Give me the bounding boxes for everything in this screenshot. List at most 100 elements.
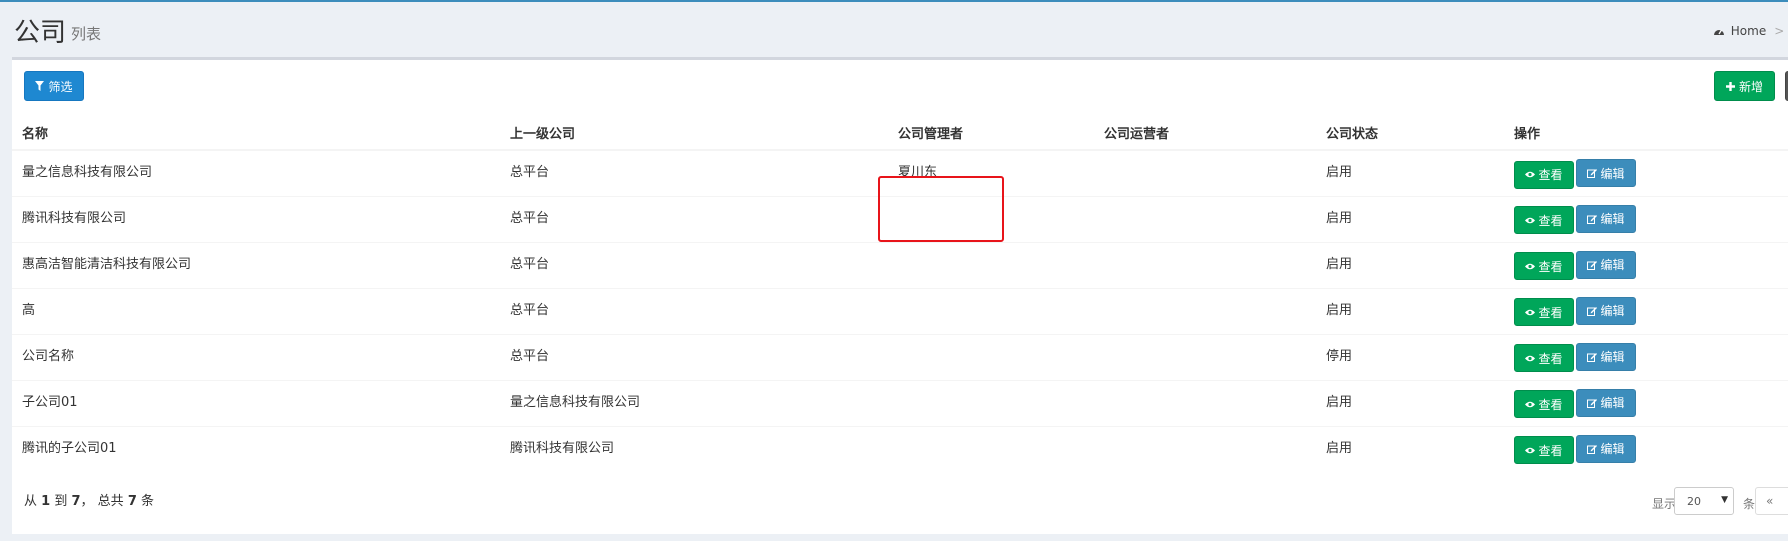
cell-name: 量之信息科技有限公司: [12, 149, 500, 196]
eye-icon: [1525, 309, 1536, 315]
edit-button[interactable]: 编辑: [1576, 250, 1636, 279]
edit-button-label: 编辑: [1600, 396, 1625, 410]
add-button-label: 新增: [1738, 79, 1763, 94]
cell-status: 启用: [1316, 149, 1504, 196]
eye-icon: [1525, 263, 1536, 269]
column-header-operator[interactable]: 公司运营者: [1094, 115, 1316, 151]
edit-icon: [1587, 398, 1598, 408]
edit-button[interactable]: 编辑: [1576, 159, 1636, 187]
column-header-manager[interactable]: 公司管理者: [888, 115, 1094, 151]
breadcrumb-separator: >: [1774, 24, 1785, 38]
edit-icon: [1587, 260, 1598, 270]
view-button[interactable]: 查看: [1514, 390, 1574, 418]
cell-operator: [1094, 379, 1316, 426]
edit-button-label: 编辑: [1600, 258, 1625, 272]
view-button[interactable]: 查看: [1514, 344, 1574, 372]
edit-button[interactable]: 编辑: [1576, 388, 1636, 417]
company-table: 名称 上一级公司 公司管理者 公司运营者 公司状态 操作 量之信息科技有限公司总…: [12, 115, 1788, 472]
cell-actions: 查看 编辑: [1504, 333, 1788, 380]
cell-manager: [888, 425, 1094, 472]
table-row: 子公司01 量之信息科技有限公司 启用 查看 编辑: [12, 379, 1788, 426]
breadcrumb-home-link[interactable]: Home: [1731, 24, 1766, 38]
edit-icon: [1587, 444, 1598, 454]
cell-parent: 总平台: [500, 195, 888, 242]
cell-actions: 查看 编辑: [1504, 379, 1788, 426]
cell-manager: [888, 333, 1094, 380]
pagination-prev-button[interactable]: «: [1755, 487, 1788, 515]
page-size-value: 20: [1687, 494, 1701, 508]
cell-manager: [888, 287, 1094, 334]
cell-operator: [1094, 287, 1316, 334]
page-size-unit: 条: [1743, 497, 1756, 511]
cell-status: 启用: [1316, 287, 1504, 334]
edit-icon: [1587, 169, 1598, 178]
view-button-label: 查看: [1538, 259, 1563, 274]
filter-button[interactable]: 筛选: [24, 71, 84, 101]
edit-button-label: 编辑: [1600, 350, 1625, 364]
cell-manager: 夏川东: [888, 149, 1094, 196]
view-button-label: 查看: [1538, 305, 1563, 320]
content-header: 公司 列表 Home>Co: [0, 2, 1788, 57]
edit-button-label: 编辑: [1600, 166, 1625, 181]
company-list-box: 筛选 新增 名称 上一级公司 公司管理者 公司运营者 公司状态 操作 量之信息科…: [12, 57, 1788, 534]
edit-button[interactable]: 编辑: [1576, 342, 1636, 371]
table-row: 高总平台 启用 查看 编辑: [12, 287, 1788, 334]
cell-status: 启用: [1316, 241, 1504, 288]
table-row: 腾讯的子公司01 腾讯科技有限公司 启用 查看 编辑: [12, 425, 1788, 472]
cell-operator: [1094, 241, 1316, 288]
cell-status: 停用: [1316, 333, 1504, 380]
cell-parent: 总平台: [500, 241, 888, 288]
edit-button-label: 编辑: [1600, 212, 1625, 226]
table-row: 公司名称 总平台 停用 查看 编辑: [12, 333, 1788, 380]
eye-icon: [1525, 171, 1536, 178]
cell-status: 启用: [1316, 195, 1504, 242]
edit-button[interactable]: 编辑: [1576, 296, 1636, 325]
cell-status: 启用: [1316, 425, 1504, 472]
dashboard-icon: [1713, 29, 1724, 35]
cell-manager: [888, 379, 1094, 426]
edit-button[interactable]: 编辑: [1576, 204, 1636, 233]
view-button[interactable]: 查看: [1514, 436, 1574, 464]
eye-icon: [1525, 217, 1536, 223]
cell-name: 高: [12, 287, 500, 334]
eye-icon: [1525, 447, 1536, 453]
edit-button-label: 编辑: [1600, 304, 1625, 318]
cell-name: 惠高洁智能清洁科技有限公司: [12, 241, 500, 288]
page-size-select[interactable]: 20 ▼: [1674, 487, 1734, 515]
breadcrumb: Home>Co: [1713, 24, 1788, 38]
view-button[interactable]: 查看: [1514, 206, 1574, 234]
view-button-label: 查看: [1538, 168, 1563, 182]
add-button[interactable]: 新增: [1714, 71, 1775, 101]
cell-operator: [1094, 149, 1316, 196]
cell-actions: 查看 编辑: [1504, 195, 1788, 242]
cell-actions: 查看 编辑: [1504, 241, 1788, 288]
view-button-label: 查看: [1538, 351, 1563, 366]
view-button[interactable]: 查看: [1514, 298, 1574, 326]
edit-icon: [1587, 306, 1598, 316]
view-button-label: 查看: [1538, 397, 1563, 412]
table-header-row: 名称 上一级公司 公司管理者 公司运营者 公司状态 操作: [12, 115, 1788, 151]
view-button[interactable]: 查看: [1514, 160, 1574, 189]
column-header-status[interactable]: 公司状态: [1316, 115, 1504, 151]
view-button-label: 查看: [1538, 443, 1563, 458]
edit-icon: [1587, 214, 1598, 224]
column-header-parent[interactable]: 上一级公司: [500, 115, 888, 151]
cell-parent: 量之信息科技有限公司: [500, 379, 888, 426]
edit-icon: [1587, 352, 1598, 362]
table-row: 腾讯科技有限公司 总平台 启用 查看 编辑: [12, 195, 1788, 242]
column-header-name[interactable]: 名称: [12, 115, 500, 151]
filter-icon: [35, 81, 45, 91]
table-body: 量之信息科技有限公司 总平台 夏川东 启用 查看 编辑 腾讯科技有限公司 总平台 启用 查看 编辑惠…: [12, 149, 1788, 472]
cell-parent: 总平台: [500, 287, 888, 334]
pagination-info: 从 1 到 7， 总共 7 条: [24, 494, 155, 509]
view-button-label: 查看: [1538, 213, 1563, 228]
cell-parent: 总平台: [500, 333, 888, 380]
page-size-label: 显示: [1652, 497, 1677, 511]
cell-name: 公司名称: [12, 333, 500, 380]
view-button[interactable]: 查看: [1514, 252, 1574, 280]
cell-actions: 查看 编辑: [1504, 149, 1788, 196]
eye-icon: [1525, 355, 1536, 361]
edit-button[interactable]: 编辑: [1576, 434, 1636, 463]
plus-icon: [1725, 81, 1735, 91]
edit-button-label: 编辑: [1600, 442, 1625, 456]
